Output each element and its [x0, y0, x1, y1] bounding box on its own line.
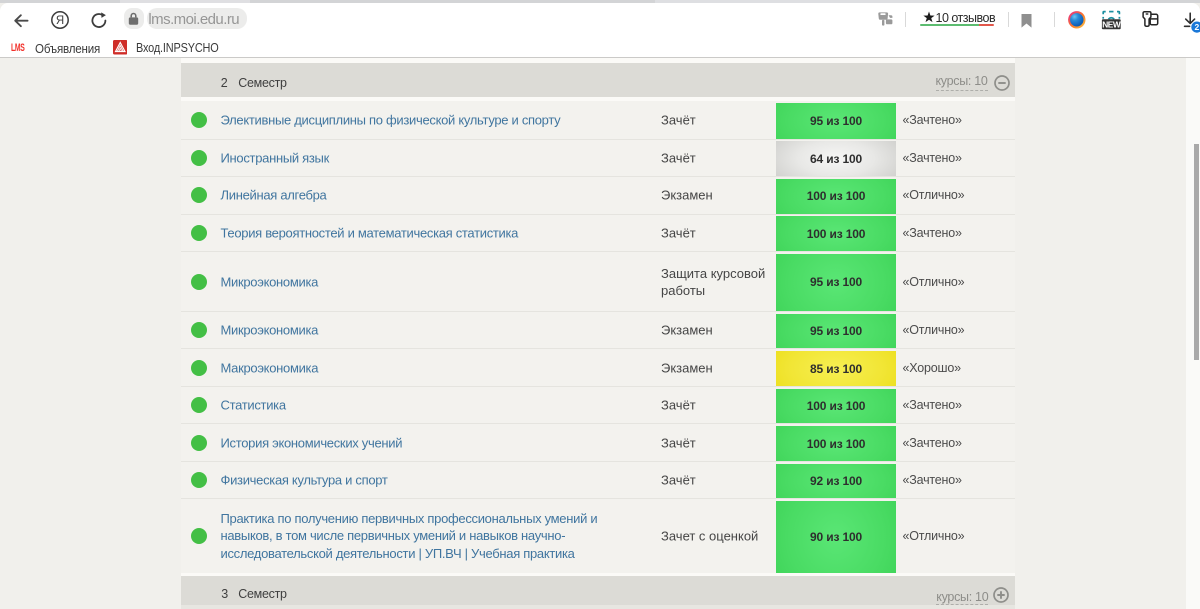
svg-text:2: 2: [1194, 22, 1199, 32]
svg-text:NEW: NEW: [1102, 19, 1121, 29]
svg-text:Я: Я: [55, 15, 63, 27]
